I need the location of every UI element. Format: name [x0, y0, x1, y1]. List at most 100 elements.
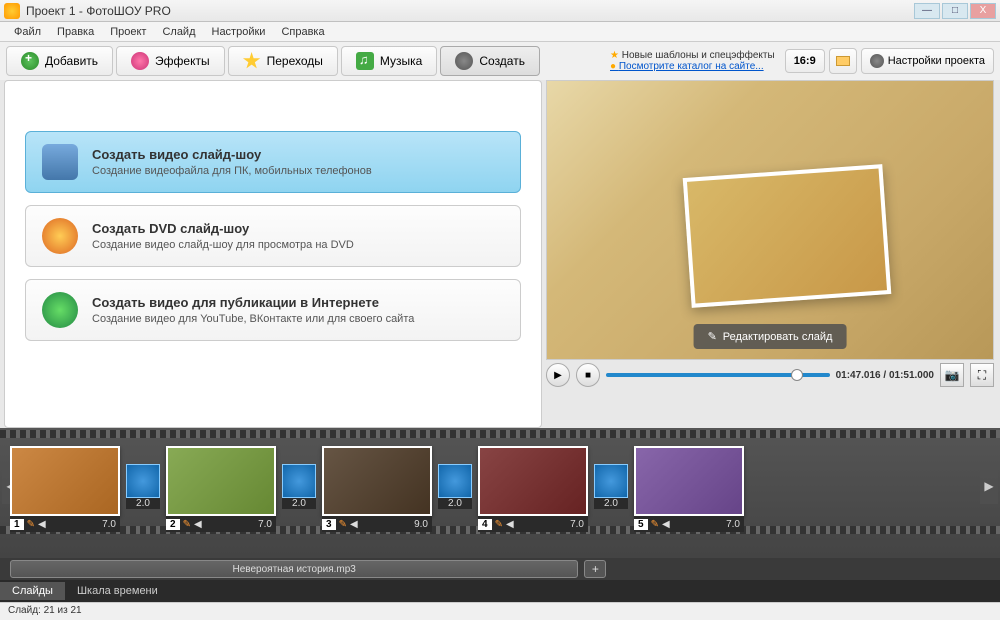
- menu-edit[interactable]: Правка: [49, 26, 102, 38]
- slide-4-image: [478, 446, 588, 516]
- promo-link[interactable]: Посмотрите каталог на сайте...: [610, 61, 775, 72]
- picture-icon: [836, 56, 850, 66]
- transition-4[interactable]: 2.0: [594, 446, 628, 509]
- option-web-desc: Создание видео для YouTube, ВКонтакте ил…: [92, 313, 414, 325]
- slide-4-dur: 7.0: [570, 519, 588, 530]
- transition-2-dur: 2.0: [282, 498, 316, 509]
- transition-4-dur: 2.0: [594, 498, 628, 509]
- title-bar: Проект 1 - ФотоШОУ PRO — □ X: [0, 0, 1000, 22]
- tab-music[interactable]: Музыка: [341, 46, 437, 76]
- tab-slides-view[interactable]: Слайды: [0, 582, 65, 600]
- snapshot-button[interactable]: 📷: [940, 363, 964, 387]
- window-buttons: — □ X: [912, 3, 996, 19]
- transition-icon: [438, 464, 472, 498]
- window-title: Проект 1 - ФотоШОУ PRO: [26, 4, 171, 18]
- tab-effects-label: Эффекты: [155, 54, 210, 68]
- edit-icon: ✎: [648, 519, 662, 530]
- transition-1[interactable]: 2.0: [126, 446, 160, 509]
- tab-music-label: Музыка: [380, 54, 422, 68]
- transition-icon: [126, 464, 160, 498]
- tab-timeline-view[interactable]: Шкала времени: [65, 582, 170, 600]
- audio-track[interactable]: Невероятная история.mp3: [10, 560, 578, 578]
- slide-3-dur: 9.0: [414, 519, 432, 530]
- time-display: 01:47.016 / 01:51.000: [836, 370, 934, 381]
- plus-icon: [21, 52, 39, 70]
- option-web[interactable]: Создать видео для публикации в Интернете…: [25, 279, 521, 341]
- slide-1-image: [10, 446, 120, 516]
- effects-icon: [131, 52, 149, 70]
- preview-inner-frame: [683, 164, 892, 308]
- aspect-button[interactable]: 16:9: [785, 49, 825, 73]
- slide-2-image: [166, 446, 276, 516]
- close-button[interactable]: X: [970, 3, 996, 19]
- edit-icon: ✎: [24, 519, 38, 530]
- promo-text: Новые шаблоны и спецэффекты: [610, 50, 775, 61]
- slide-3-num: 3: [322, 519, 336, 530]
- slide-1-num: 1: [10, 519, 24, 530]
- create-panel: Создать видео слайд-шоу Создание видеофа…: [4, 80, 542, 428]
- video-icon: [42, 144, 78, 180]
- slide-2-dur: 7.0: [258, 519, 276, 530]
- slide-2-num: 2: [166, 519, 180, 530]
- slide-2[interactable]: 2✎◀7.0: [166, 446, 276, 532]
- transition-3[interactable]: 2.0: [438, 446, 472, 509]
- tab-transitions[interactable]: Переходы: [228, 46, 338, 76]
- slide-3[interactable]: 3✎◀9.0: [322, 446, 432, 532]
- slide-5[interactable]: 5✎◀7.0: [634, 446, 744, 532]
- menu-bar: Файл Правка Проект Слайд Настройки Справ…: [0, 22, 1000, 42]
- maximize-button[interactable]: □: [942, 3, 968, 19]
- tab-effects[interactable]: Эффекты: [116, 46, 225, 76]
- seek-bar[interactable]: [606, 373, 830, 377]
- right-buttons: 16:9 Настройки проекта: [785, 48, 994, 74]
- menu-file[interactable]: Файл: [6, 26, 49, 38]
- edit-slide-button[interactable]: Редактировать слайд: [694, 324, 847, 349]
- star-icon: [243, 52, 261, 70]
- project-settings-button[interactable]: Настройки проекта: [861, 48, 994, 74]
- slide-1-dur: 7.0: [102, 519, 120, 530]
- slide-5-dur: 7.0: [726, 519, 744, 530]
- bottom-tabs: Слайды Шкала времени: [0, 580, 1000, 602]
- minimize-button[interactable]: —: [914, 3, 940, 19]
- menu-settings[interactable]: Настройки: [204, 26, 274, 38]
- edit-icon: ✎: [336, 519, 350, 530]
- option-web-title: Создать видео для публикации в Интернете: [92, 295, 414, 310]
- timeline: ◀ ▶ 1✎◀7.0 2.0 2✎◀7.0 2.0 3✎◀9.0 2.0 4✎◀…: [0, 428, 1000, 558]
- slide-4[interactable]: 4✎◀7.0: [478, 446, 588, 532]
- slide-3-image: [322, 446, 432, 516]
- tab-transitions-label: Переходы: [267, 54, 323, 68]
- background-button[interactable]: [829, 48, 857, 74]
- tab-create[interactable]: Создать: [440, 46, 540, 76]
- transition-2[interactable]: 2.0: [282, 446, 316, 509]
- option-dvd[interactable]: Создать DVD слайд-шоу Создание видео сла…: [25, 205, 521, 267]
- slides-row: 1✎◀7.0 2.0 2✎◀7.0 2.0 3✎◀9.0 2.0 4✎◀7.0 …: [10, 434, 990, 532]
- globe-icon: [42, 292, 78, 328]
- promo-links: Новые шаблоны и спецэффекты Посмотрите к…: [604, 48, 781, 74]
- add-audio-button[interactable]: +: [584, 560, 606, 578]
- fullscreen-button[interactable]: ⛶: [970, 363, 994, 387]
- slide-1[interactable]: 1✎◀7.0: [10, 446, 120, 532]
- stop-button[interactable]: ■: [576, 363, 600, 387]
- audio-row: Невероятная история.mp3 +: [0, 558, 1000, 580]
- slide-5-image: [634, 446, 744, 516]
- menu-help[interactable]: Справка: [273, 26, 332, 38]
- preview-panel: Редактировать слайд ▶ ■ 01:47.016 / 01:5…: [546, 80, 994, 428]
- menu-project[interactable]: Проект: [102, 26, 154, 38]
- playback-controls: ▶ ■ 01:47.016 / 01:51.000 📷 ⛶: [546, 360, 994, 390]
- tab-add-label: Добавить: [45, 54, 98, 68]
- main-area: Создать видео слайд-шоу Создание видеофа…: [0, 80, 1000, 428]
- project-settings-label: Настройки проекта: [888, 55, 985, 67]
- timeline-next[interactable]: ▶: [980, 468, 998, 504]
- option-video[interactable]: Создать видео слайд-шоу Создание видеофа…: [25, 131, 521, 193]
- preview-image[interactable]: Редактировать слайд: [546, 80, 994, 360]
- slide-5-num: 5: [634, 519, 648, 530]
- play-button[interactable]: ▶: [546, 363, 570, 387]
- tab-add[interactable]: Добавить: [6, 46, 113, 76]
- option-video-desc: Создание видеофайла для ПК, мобильных те…: [92, 165, 372, 177]
- edit-icon: ✎: [180, 519, 194, 530]
- create-icon: [455, 52, 473, 70]
- seek-knob[interactable]: [791, 369, 803, 381]
- transition-3-dur: 2.0: [438, 498, 472, 509]
- transition-icon: [282, 464, 316, 498]
- menu-slide[interactable]: Слайд: [154, 26, 203, 38]
- option-dvd-title: Создать DVD слайд-шоу: [92, 221, 354, 236]
